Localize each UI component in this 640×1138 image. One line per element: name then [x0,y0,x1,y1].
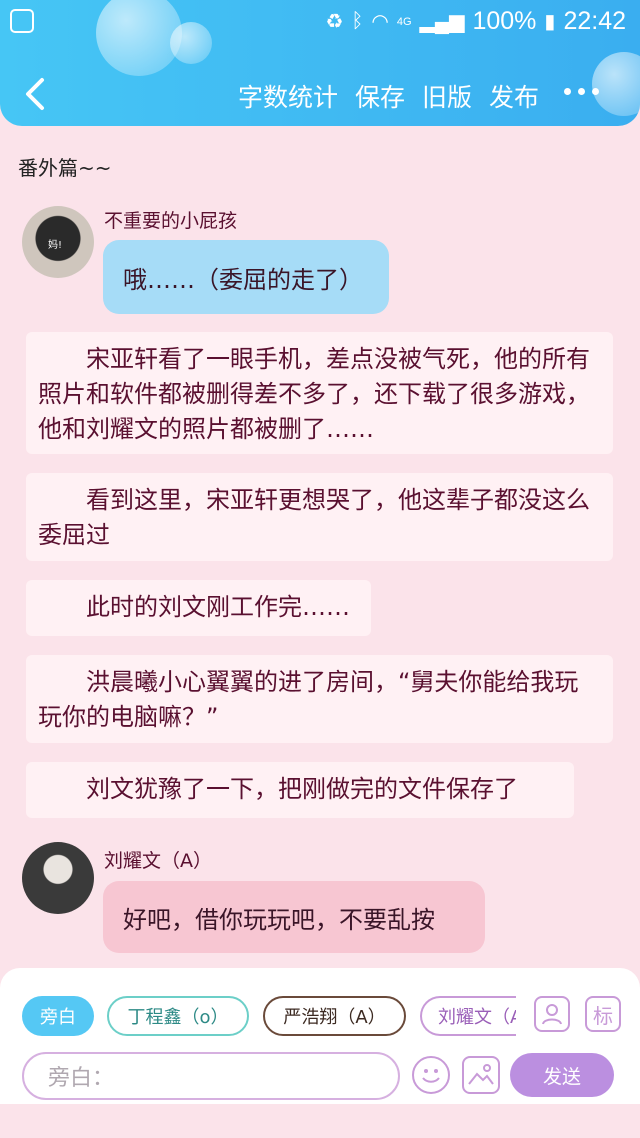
emoji-icon[interactable] [412,1056,450,1094]
speech-bubble[interactable]: 哦……（委屈的走了） [103,240,389,314]
battery-icon: ▮ [544,11,556,33]
narration-text: 洪晨曦小心翼翼的进了房间，“舅夫你能给我玩玩你的电脑嘛？” [38,668,579,731]
old-version-button[interactable]: 旧版 [422,78,472,114]
back-arrow-icon[interactable] [20,74,56,114]
baidu-paw-icon [10,9,34,33]
speaker-name: 刘耀文（A） [104,850,212,872]
publish-button[interactable]: 发布 [489,78,539,114]
avatar[interactable] [22,842,94,914]
narration-text: 此时的刘文刚工作完…… [86,593,350,621]
send-button[interactable]: 发送 [510,1053,614,1097]
bluetooth-icon: ᛒ [351,10,364,32]
role-chip[interactable]: 丁程鑫（o） [107,996,249,1036]
narration-block[interactable]: 洪晨曦小心翼翼的进了房间，“舅夫你能给我玩玩你的电脑嘛？” [26,655,613,743]
narration-text: 刘文犹豫了一下，把刚做完的文件保存了 [86,775,518,803]
role-chip[interactable]: 刘耀文（A） [420,996,516,1036]
composer-panel: 旁白 丁程鑫（o） 严浩翔（A） 刘耀文（A） 标 旁白： 发送 [0,968,640,1138]
clock: 22:42 [563,7,626,35]
speaker-name: 不重要的小屁孩 [104,210,238,232]
narration-block[interactable]: 刘文犹豫了一下，把刚做完的文件保存了 [26,762,574,818]
role-chip[interactable]: 严浩翔（A） [263,996,406,1036]
speech-bubble[interactable]: 好吧，借你玩玩吧，不要乱按 [103,881,485,953]
tag-icon[interactable]: 标 [585,996,621,1032]
role-chip-narrator[interactable]: 旁白 [22,996,94,1036]
app-header: ♻ ᛒ ◠ 4G ▂▄▆ 100% ▮ 22:42 字数统计 保存 旧版 发布 [0,0,640,126]
more-icon[interactable] [562,80,602,100]
narration-text: 看到这里，宋亚轩更想哭了，他这辈子都没这么委屈过 [38,486,590,549]
save-button[interactable]: 保存 [355,78,405,114]
top-navigation: 字数统计 保存 旧版 发布 [0,60,640,126]
narration-block[interactable]: 此时的刘文刚工作完…… [26,580,371,636]
status-bar: ♻ ᛒ ◠ 4G ▂▄▆ 100% ▮ 22:42 [0,0,640,44]
narration-block[interactable]: 看到这里，宋亚轩更想哭了，他这辈子都没这么委屈过 [26,473,613,561]
word-count-button[interactable]: 字数统计 [238,78,338,114]
avatar[interactable]: 妈! [22,206,94,278]
user-card-icon[interactable] [534,996,570,1032]
recycle-icon: ♻ [325,11,344,33]
message-input[interactable]: 旁白： [22,1052,400,1100]
narration-text: 宋亚轩看了一眼手机，差点没被气死，他的所有照片和软件都被删得差不多了，还下载了很… [38,345,590,443]
battery-percent: 100% [472,7,537,35]
avatar-caption: 妈! [48,240,63,251]
chapter-title: 番外篇~~ [18,156,112,180]
network-label: 4G [396,15,412,28]
bottom-strip [0,1104,640,1138]
narration-block[interactable]: 宋亚轩看了一眼手机，差点没被气死，他的所有照片和软件都被删得差不多了，还下载了很… [26,332,613,454]
signal-icon: ▂▄▆ [419,11,465,33]
wifi-icon: ◠ [371,11,389,33]
image-icon[interactable] [462,1056,500,1094]
